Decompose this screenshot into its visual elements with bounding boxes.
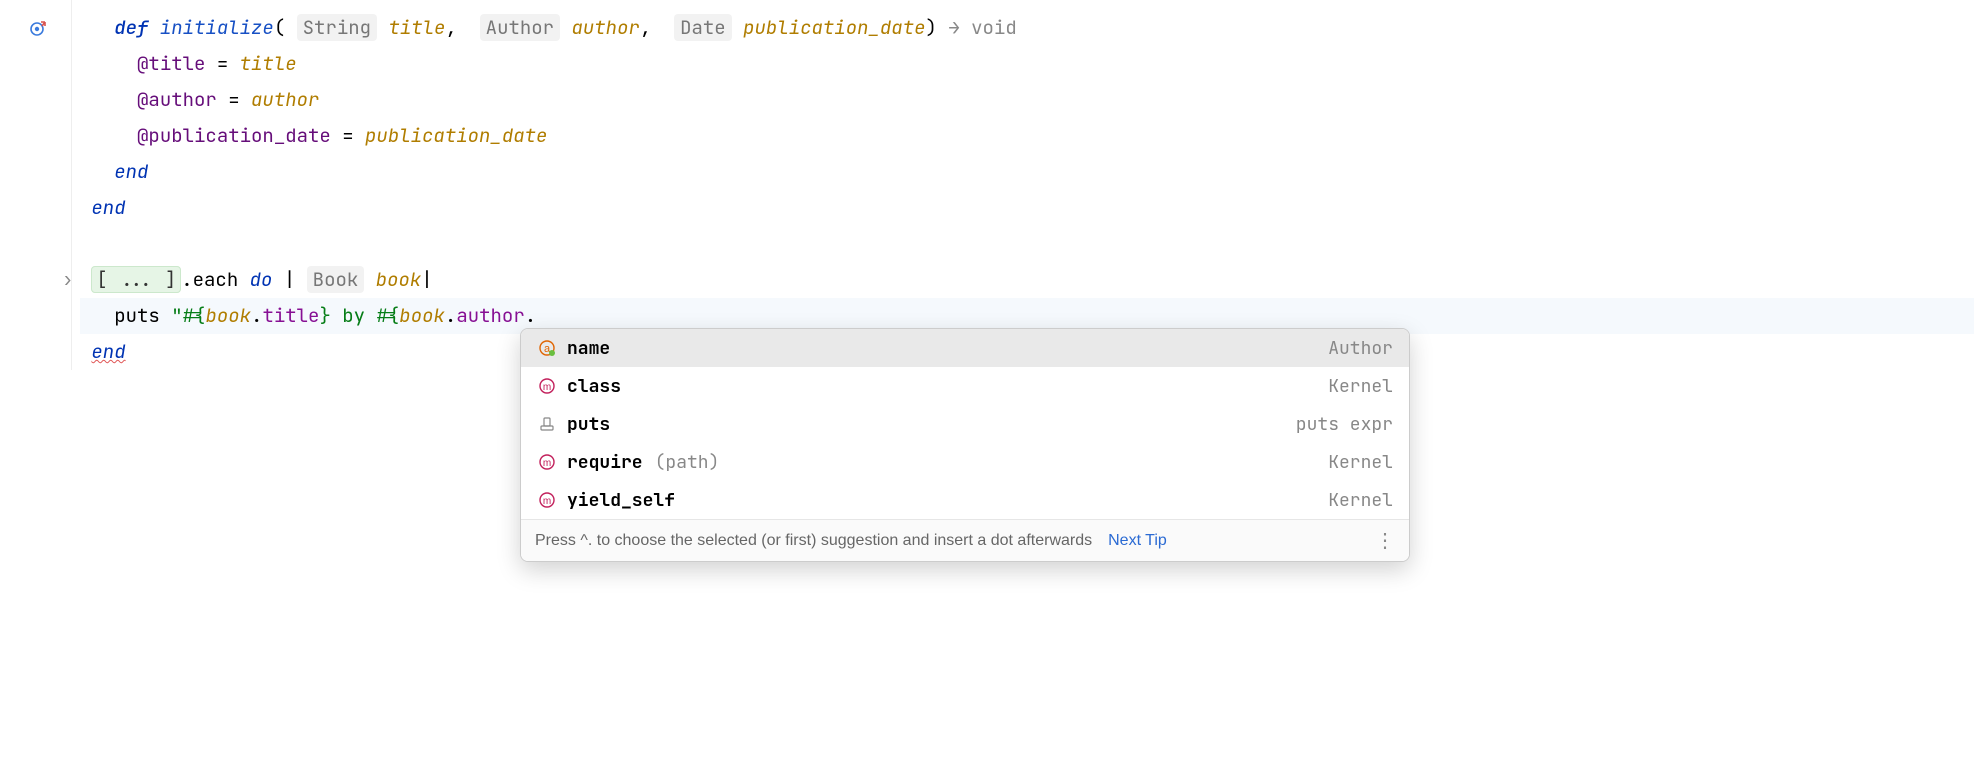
completion-type: puts expr <box>1296 413 1393 436</box>
completion-popup[interactable]: a name Author m class Kernel puts puts e… <box>520 328 1410 562</box>
method-name: initialize <box>160 15 274 40</box>
end-keyword: end <box>91 339 125 364</box>
footer-tip: Press ^. to choose the selected (or firs… <box>535 532 1092 550</box>
fold-placeholder[interactable]: [ ... ] <box>91 266 181 293</box>
completion-type: Kernel <box>1328 375 1393 398</box>
code-line[interactable]: @author = author <box>80 82 1974 118</box>
blank-line[interactable] <box>80 226 1974 262</box>
local-pub: publication_date <box>365 123 547 148</box>
method-icon: m <box>537 376 557 396</box>
method-icon: m <box>537 490 557 510</box>
method-icon: m <box>537 452 557 472</box>
type-hint: Author <box>480 14 560 41</box>
code-line[interactable]: @title = title <box>80 46 1974 82</box>
completion-item[interactable]: a name Author <box>521 329 1409 367</box>
completion-footer: Press ^. to choose the selected (or firs… <box>521 519 1409 561</box>
completion-label: puts <box>567 413 610 436</box>
completion-label: name <box>567 337 610 360</box>
svg-text:m: m <box>543 382 551 393</box>
type-hint: Book <box>307 266 365 293</box>
completion-item[interactable]: m class Kernel <box>521 367 1409 405</box>
more-icon[interactable]: ⋮ <box>1375 528 1395 553</box>
type-hint: String <box>297 14 377 41</box>
type-hint: Date <box>674 14 732 41</box>
template-icon <box>537 414 557 434</box>
next-tip-link[interactable]: Next Tip <box>1108 532 1167 550</box>
ivar-title: @title <box>137 51 205 76</box>
code-line[interactable]: def initialize( String title, Author aut… <box>80 10 1974 46</box>
override-icon[interactable] <box>28 14 48 50</box>
code-line[interactable]: end <box>80 154 1974 190</box>
local-author: author <box>251 87 319 112</box>
completion-type: Kernel <box>1328 489 1393 512</box>
return-hint: → void <box>948 15 1016 40</box>
puts-call: puts <box>114 303 160 328</box>
fold-expand-icon[interactable]: › <box>62 262 73 298</box>
code-editor[interactable]: def initialize( String title, Author aut… <box>0 0 1974 370</box>
code-line[interactable]: end <box>80 190 1974 226</box>
completion-type: Author <box>1328 337 1393 360</box>
param-pub: publication_date <box>743 15 925 40</box>
param-author: author <box>571 15 639 40</box>
completion-item[interactable]: puts puts expr <box>521 405 1409 443</box>
completion-params: (path) <box>655 451 720 474</box>
code-line[interactable]: @publication_date = publication_date <box>80 118 1974 154</box>
local-title: title <box>240 51 297 76</box>
block-var: book <box>376 267 422 292</box>
completion-label: require <box>567 451 643 474</box>
param-title: title <box>388 15 445 40</box>
code-line[interactable]: › [ ... ].each do | Book book| <box>80 262 1974 298</box>
field-icon: a <box>537 338 557 358</box>
do-keyword: do <box>250 267 273 292</box>
completion-item[interactable]: m require (path) Kernel <box>521 443 1409 481</box>
svg-text:m: m <box>543 458 551 469</box>
gutter <box>0 0 72 370</box>
end-keyword: end <box>114 159 148 184</box>
end-keyword: end <box>91 195 125 220</box>
svg-text:m: m <box>543 496 551 507</box>
completion-item[interactable]: m yield_self Kernel <box>521 481 1409 519</box>
ivar-author: @author <box>137 87 217 112</box>
completion-label: yield_self <box>567 489 675 512</box>
completion-type: Kernel <box>1328 451 1393 474</box>
def-keyword: def <box>114 15 148 40</box>
ivar-pub: @publication_date <box>137 123 331 148</box>
completion-label: class <box>567 375 621 398</box>
